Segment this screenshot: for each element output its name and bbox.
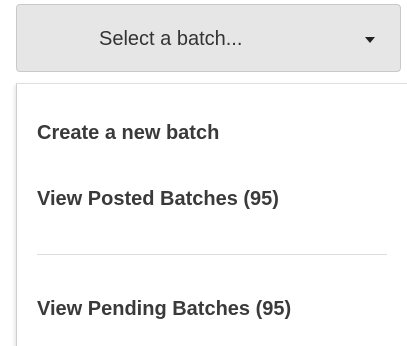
caret-down-icon <box>365 37 375 43</box>
menu-item-view-posted-batches[interactable]: View Posted Batches (95) <box>37 188 279 211</box>
batch-dropdown-menu: Create a new batch View Posted Batches (… <box>16 83 407 346</box>
menu-item-create-batch[interactable]: Create a new batch <box>37 122 219 145</box>
batch-select-label: Select a batch... <box>99 28 243 50</box>
menu-divider <box>37 254 387 255</box>
batch-select-widget: Select a batch... Create a new batch Vie… <box>0 0 407 346</box>
menu-item-view-pending-batches[interactable]: View Pending Batches (95) <box>37 298 291 321</box>
batch-select-button[interactable]: Select a batch... <box>16 4 401 72</box>
